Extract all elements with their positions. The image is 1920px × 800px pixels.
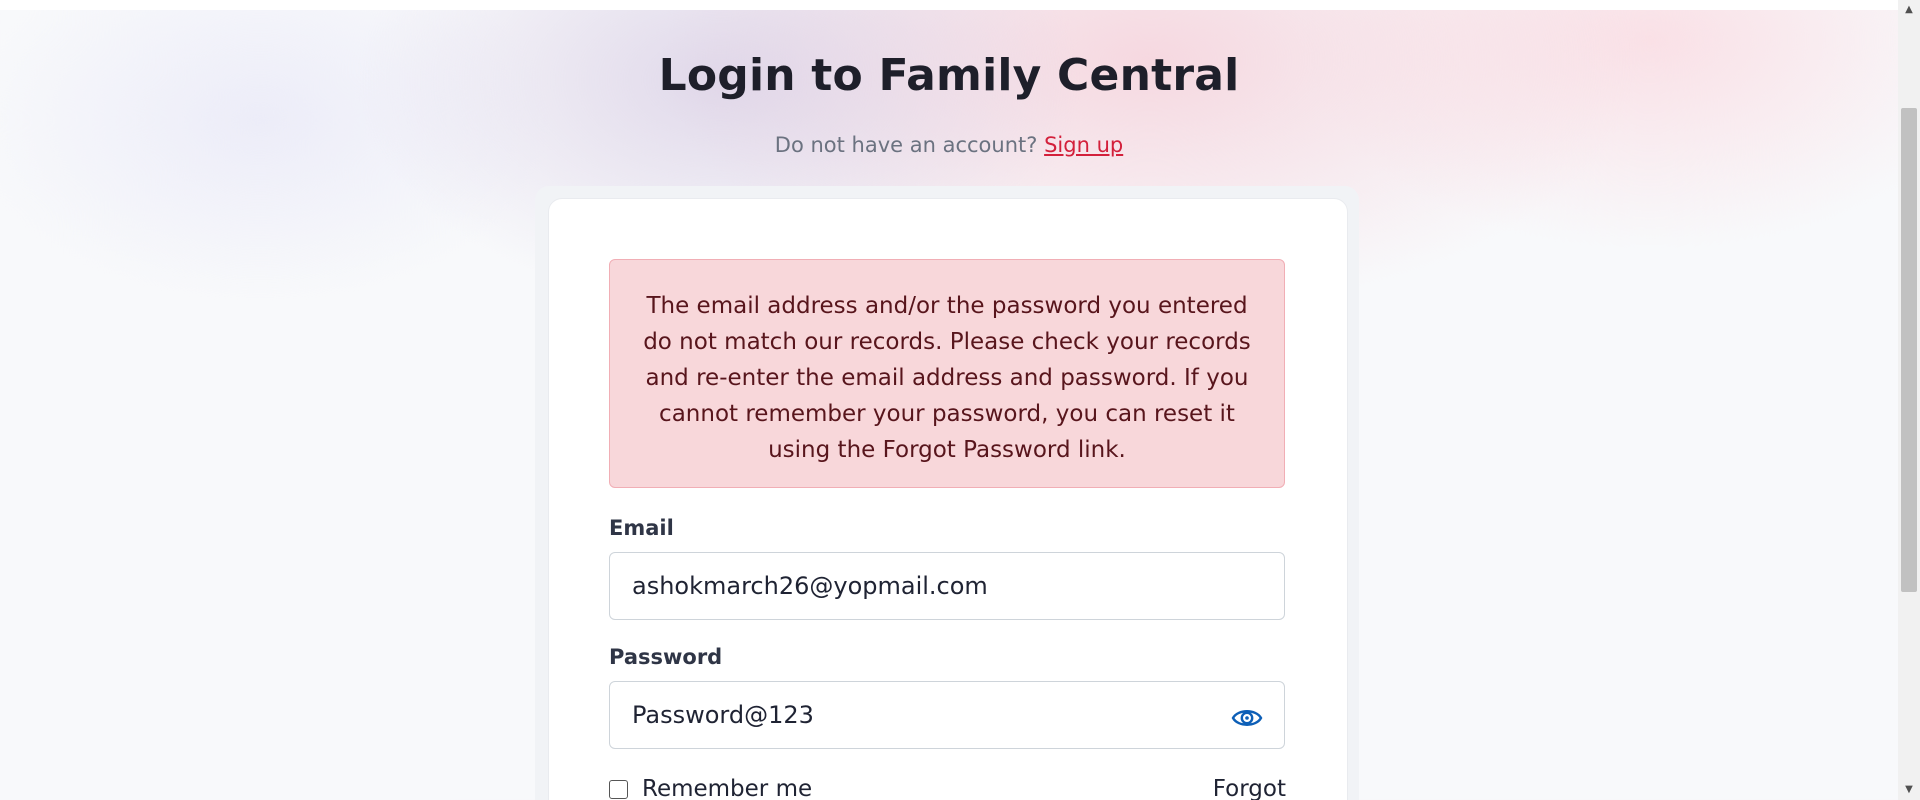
remember-checkbox[interactable] [609, 779, 628, 799]
scroll-up-arrow-icon[interactable]: ▲ [1898, 0, 1920, 20]
password-label: Password [609, 645, 723, 669]
eye-icon-svg [1231, 710, 1263, 726]
signup-link[interactable]: Sign up [1044, 133, 1123, 157]
remember-label: Remember me [642, 776, 813, 800]
password-value: Password@123 [632, 701, 814, 729]
signup-prompt: Do not have an account? Sign up [0, 133, 1898, 157]
email-field[interactable]: ashokmarch26@yopmail.com [609, 552, 1285, 620]
signup-prompt-text: Do not have an account? [774, 133, 1038, 157]
eye-icon[interactable] [1230, 703, 1264, 733]
browser-top-strip [0, 0, 1898, 10]
password-field[interactable]: Password@123 [609, 681, 1285, 749]
scroll-thumb[interactable] [1901, 108, 1917, 592]
vertical-scrollbar[interactable]: ▲ ▼ [1898, 0, 1920, 800]
remember-me[interactable]: Remember me [609, 776, 812, 800]
page-title: Login to Family Central [658, 50, 1240, 101]
forgot-password-link[interactable]: Forgot Password? [1093, 776, 1286, 800]
error-alert: The email address and/or the password yo… [609, 259, 1285, 488]
email-value: ashokmarch26@yopmail.com [632, 572, 988, 600]
scroll-down-arrow-icon[interactable]: ▼ [1898, 780, 1920, 800]
email-label: Email [609, 516, 674, 540]
